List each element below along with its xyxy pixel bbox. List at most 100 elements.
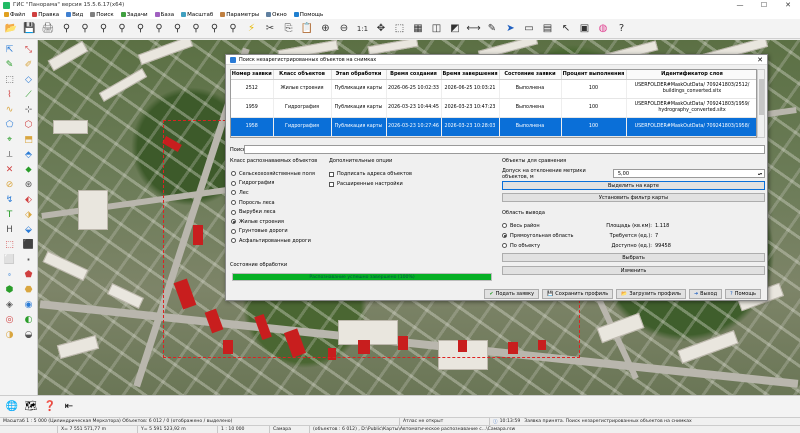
menu-item-5[interactable]: База: [154, 12, 174, 18]
checkbox[interactable]: [329, 181, 334, 187]
radio-button[interactable]: [231, 180, 236, 186]
pencil-icon[interactable]: ✎: [484, 21, 500, 37]
radio-button[interactable]: [231, 190, 236, 196]
table-column-header[interactable]: Класс объектов: [273, 70, 332, 80]
checkbox[interactable]: [329, 171, 334, 177]
close-window-button[interactable]: ✕: [776, 0, 800, 10]
left-tool-35-icon[interactable]: ◉: [19, 297, 38, 312]
radio-button[interactable]: [231, 171, 236, 177]
left-tool-16-icon[interactable]: ✕: [0, 162, 19, 177]
binoculars-icon[interactable]: ⚲: [151, 21, 167, 37]
left-tool-2-icon[interactable]: ✎: [0, 57, 19, 72]
table-column-header[interactable]: Время завершения: [441, 70, 500, 80]
cursor-icon[interactable]: ↖: [558, 21, 574, 37]
left-tool-13-icon[interactable]: ⬒: [19, 132, 38, 147]
left-tool-15-icon[interactable]: ⬘: [19, 147, 38, 162]
left-tool-5-icon[interactable]: ◇: [19, 72, 38, 87]
help-button[interactable]: ? Помощь: [725, 289, 761, 299]
left-tool-24-icon[interactable]: H: [0, 222, 19, 237]
left-tool-39-icon[interactable]: ◒: [19, 327, 38, 342]
left-tool-12-icon[interactable]: ⌖: [0, 132, 19, 147]
left-tool-19-icon[interactable]: ⊛: [19, 177, 38, 192]
table-column-header[interactable]: Этап обработки: [331, 70, 387, 80]
left-tool-36-icon[interactable]: ◎: [0, 312, 19, 327]
highlight-on-map-button[interactable]: Выделить на карте: [502, 181, 765, 190]
help-icon[interactable]: ❓: [42, 399, 58, 415]
left-tool-21-icon[interactable]: ⬖: [19, 192, 38, 207]
layers-icon[interactable]: ◫: [429, 21, 445, 37]
binoculars-icon[interactable]: ⚲: [207, 21, 223, 37]
help-icon[interactable]: ?: [614, 21, 630, 37]
layers-tool-icon[interactable]: 🗺: [23, 399, 39, 415]
radio-button[interactable]: [502, 243, 507, 248]
class-radio-2[interactable]: Лес: [231, 188, 327, 198]
globe-icon[interactable]: 🌐: [4, 399, 20, 415]
choose-button[interactable]: Выбрать: [502, 253, 765, 262]
print-icon[interactable]: 🖨: [40, 21, 56, 37]
set-map-filter-button[interactable]: Установить фильтр карты: [502, 193, 765, 202]
left-tool-22-icon[interactable]: T: [0, 207, 19, 222]
left-tool-28-icon[interactable]: ⬜: [0, 252, 19, 267]
table-column-header[interactable]: Процент выполнения: [561, 70, 627, 80]
left-tool-0-icon[interactable]: ⇱: [0, 42, 19, 57]
binoculars-icon[interactable]: ⚲: [96, 21, 112, 37]
binoculars-icon[interactable]: ⚲: [59, 21, 75, 37]
table-column-header[interactable]: Время создания: [386, 70, 442, 80]
binoculars-icon[interactable]: ⚲: [188, 21, 204, 37]
radio-button[interactable]: [231, 238, 236, 244]
measure-icon[interactable]: ⟷: [466, 21, 482, 37]
window-icon[interactable]: ▭: [521, 21, 537, 37]
binoculars-icon[interactable]: ⚲: [114, 21, 130, 37]
load-profile-button[interactable]: 📂 Загрузить профиль: [616, 289, 686, 299]
menu-item-7[interactable]: Параметры: [220, 12, 259, 18]
class-radio-7[interactable]: Асфальтированные дороги: [231, 236, 327, 246]
save-icon[interactable]: 💾: [22, 21, 38, 37]
left-tool-23-icon[interactable]: ⬗: [19, 207, 38, 222]
tolerance-spinbox[interactable]: 5,00 ▴▾: [612, 169, 765, 178]
left-tool-18-icon[interactable]: ⊘: [0, 177, 19, 192]
zoom-in-icon[interactable]: ⊕: [318, 21, 334, 37]
left-tool-20-icon[interactable]: ↯: [0, 192, 19, 207]
clipboard-icon[interactable]: 📋: [299, 21, 315, 37]
class-radio-1[interactable]: Гидрография: [231, 179, 327, 189]
minimize-button[interactable]: —: [728, 0, 752, 10]
table-column-header[interactable]: Номер заявки: [231, 70, 274, 80]
cut-icon[interactable]: ✂: [262, 21, 278, 37]
option-checkbox-1[interactable]: Расширенные настройки: [329, 179, 489, 189]
left-tool-11-icon[interactable]: ⬡: [19, 117, 38, 132]
left-tool-26-icon[interactable]: ⬚: [0, 237, 19, 252]
radio-button[interactable]: [231, 219, 236, 225]
left-tool-37-icon[interactable]: ◐: [19, 312, 38, 327]
save-profile-button[interactable]: 💾 Сохранить профиль: [542, 289, 614, 299]
color-wheel-icon[interactable]: ◍: [595, 21, 611, 37]
class-radio-4[interactable]: Вырубки леса: [231, 207, 327, 217]
left-tool-8-icon[interactable]: ∿: [0, 102, 19, 117]
binoculars-icon[interactable]: ⚲: [170, 21, 186, 37]
left-tool-25-icon[interactable]: ⬙: [19, 222, 38, 237]
table-column-header[interactable]: Идентификатор слоя: [626, 70, 756, 80]
menu-item-4[interactable]: Задачи: [120, 12, 148, 18]
menu-item-8[interactable]: Окно: [266, 12, 287, 18]
left-tool-31-icon[interactable]: ⬟: [19, 267, 38, 282]
left-tool-6-icon[interactable]: ⌇: [0, 87, 19, 102]
spin-arrows-icon[interactable]: ▴▾: [758, 171, 762, 176]
grid-icon[interactable]: ▦: [410, 21, 426, 37]
menu-item-6[interactable]: Масштаб: [181, 12, 213, 18]
zoom-out-icon[interactable]: ⊖: [336, 21, 352, 37]
radio-button[interactable]: [231, 209, 236, 215]
copy-icon[interactable]: ⎘: [281, 21, 297, 37]
left-tool-33-icon[interactable]: ⬣: [19, 282, 38, 297]
layers-icon[interactable]: ◩: [447, 21, 463, 37]
open-file-icon[interactable]: 📂: [3, 21, 19, 37]
table-row[interactable]: 1958 Гидрография Публикация карты 2026-03-2…: [231, 117, 756, 137]
lightning-icon[interactable]: ⚡: [244, 21, 260, 37]
left-tool-38-icon[interactable]: ◑: [0, 327, 19, 342]
menu-item-9[interactable]: Помощь: [293, 12, 323, 18]
search-input[interactable]: [244, 145, 765, 154]
output-radio-0[interactable]: Весь район: [502, 221, 592, 231]
radio-button[interactable]: [502, 233, 507, 238]
table-row[interactable]: 1959 Гидрография Публикация карты 2026-03-2…: [231, 98, 756, 118]
left-tool-9-icon[interactable]: ⊹: [19, 102, 38, 117]
menu-item-1[interactable]: Правка: [32, 12, 59, 18]
radio-button[interactable]: [231, 200, 236, 206]
